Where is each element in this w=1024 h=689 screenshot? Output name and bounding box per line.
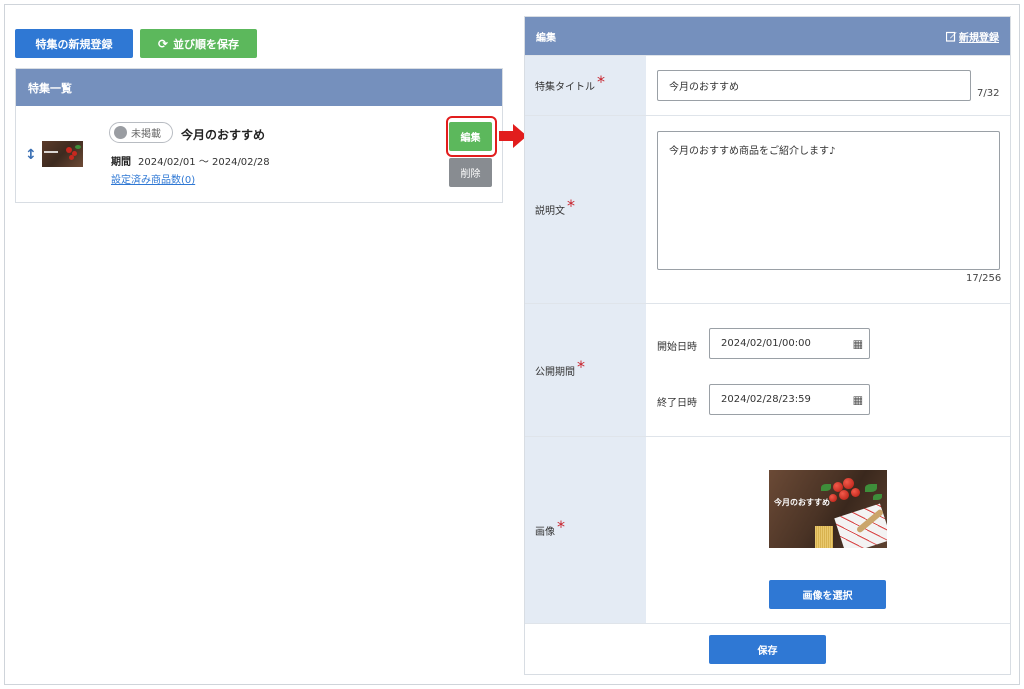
toggle-knob (114, 126, 127, 139)
title-content: 今月のおすすめ 7/32 (646, 56, 1010, 115)
feature-image-preview: 今月のおすすめ (769, 470, 887, 548)
new-feature-label: 特集の新規登録 (35, 37, 113, 51)
title-label: 特集タイトル (535, 82, 595, 93)
image-label: 画像 (535, 526, 555, 538)
description-label-cell: 説明文 * (525, 116, 646, 303)
sort-icon[interactable]: ↕ (25, 147, 37, 163)
image-content: 今月のおすすめ 画像を選択 (646, 437, 1010, 623)
new-register-label: 新規登録 (959, 32, 999, 44)
end-datetime-label: 終了日時 (657, 398, 697, 409)
period-label: 期間 (111, 157, 131, 168)
feature-list-panel: 特集一覧 ↕ 未掲載 今月のおすすめ 期間 2024/02/01 〜 2024/… (15, 68, 503, 203)
new-feature-button[interactable]: 特集の新規登録 (15, 29, 133, 58)
publish-status-toggle[interactable]: 未掲載 (109, 122, 173, 143)
feature-thumbnail (42, 141, 83, 167)
edit-header: 編集 新規登録 (525, 17, 1010, 55)
period-content: 開始日時 2024/02/01/00:00 ▦ 終了日時 2024/02/28/… (646, 304, 1010, 436)
required-mark: * (557, 516, 565, 536)
save-row: 保存 (525, 623, 1010, 674)
edit-square-icon (946, 31, 957, 42)
end-datetime-input[interactable]: 2024/02/28/23:59 ▦ (709, 384, 870, 415)
title-row: 特集タイトル * 今月のおすすめ 7/32 (525, 55, 1010, 115)
preview-overlay-text: 今月のおすすめ (774, 498, 830, 507)
edit-button[interactable]: 編集 (449, 122, 492, 151)
save-order-button[interactable]: ⟳ 並び順を保存 (140, 29, 257, 58)
image-label-cell: 画像 * (525, 437, 646, 623)
required-mark: * (567, 196, 575, 215)
period-label-cell: 公開期間 * (525, 304, 646, 436)
period-value: 2024/02/01 〜 2024/02/28 (138, 157, 270, 168)
start-datetime-value: 2024/02/01/00:00 (721, 338, 811, 349)
title-counter: 7/32 (977, 88, 1000, 99)
calendar-icon[interactable]: ▦ (853, 337, 863, 350)
publish-status-label: 未掲載 (131, 129, 161, 140)
required-mark: * (597, 72, 605, 91)
select-image-button[interactable]: 画像を選択 (769, 580, 886, 609)
image-row: 画像 * 今月のおすすめ 画像を選択 (525, 436, 1010, 623)
title-input[interactable]: 今月のおすすめ (657, 70, 971, 101)
end-datetime-value: 2024/02/28/23:59 (721, 394, 811, 405)
refresh-icon: ⟳ (157, 36, 169, 51)
start-datetime-input[interactable]: 2024/02/01/00:00 ▦ (709, 328, 870, 359)
description-content: 今月のおすすめ商品をご紹介します♪ 17/256 (646, 116, 1010, 303)
calendar-icon[interactable]: ▦ (853, 393, 863, 406)
save-button[interactable]: 保存 (709, 635, 826, 664)
list-header: 特集一覧 (16, 69, 502, 106)
title-label-cell: 特集タイトル * (525, 56, 646, 115)
description-label: 説明文 (535, 206, 565, 217)
start-datetime-label: 開始日時 (657, 342, 697, 353)
description-counter: 17/256 (966, 273, 1002, 284)
right-arrow-icon (499, 124, 527, 148)
period-row: 公開期間 * 開始日時 2024/02/01/00:00 ▦ 終了日時 2024… (525, 303, 1010, 436)
save-order-label: 並び順を保存 (173, 37, 240, 51)
publish-period-label: 公開期間 (535, 366, 575, 378)
description-textarea[interactable]: 今月のおすすめ商品をご紹介します♪ (657, 131, 1000, 270)
required-mark: * (577, 356, 585, 376)
description-row: 説明文 * 今月のおすすめ商品をご紹介します♪ 17/256 (525, 115, 1010, 303)
edit-panel: 編集 新規登録 特集タイトル * 今月のおすすめ 7/32 説明文 * 今月のお… (524, 16, 1011, 675)
feature-title: 今月のおすすめ (181, 128, 266, 142)
delete-button[interactable]: 削除 (449, 158, 492, 187)
edit-header-title: 編集 (536, 32, 556, 44)
preview-pasta (815, 526, 833, 548)
new-register-link[interactable]: 新規登録 (946, 29, 999, 44)
product-count-link[interactable]: 設定済み商品数(0) (111, 171, 195, 186)
